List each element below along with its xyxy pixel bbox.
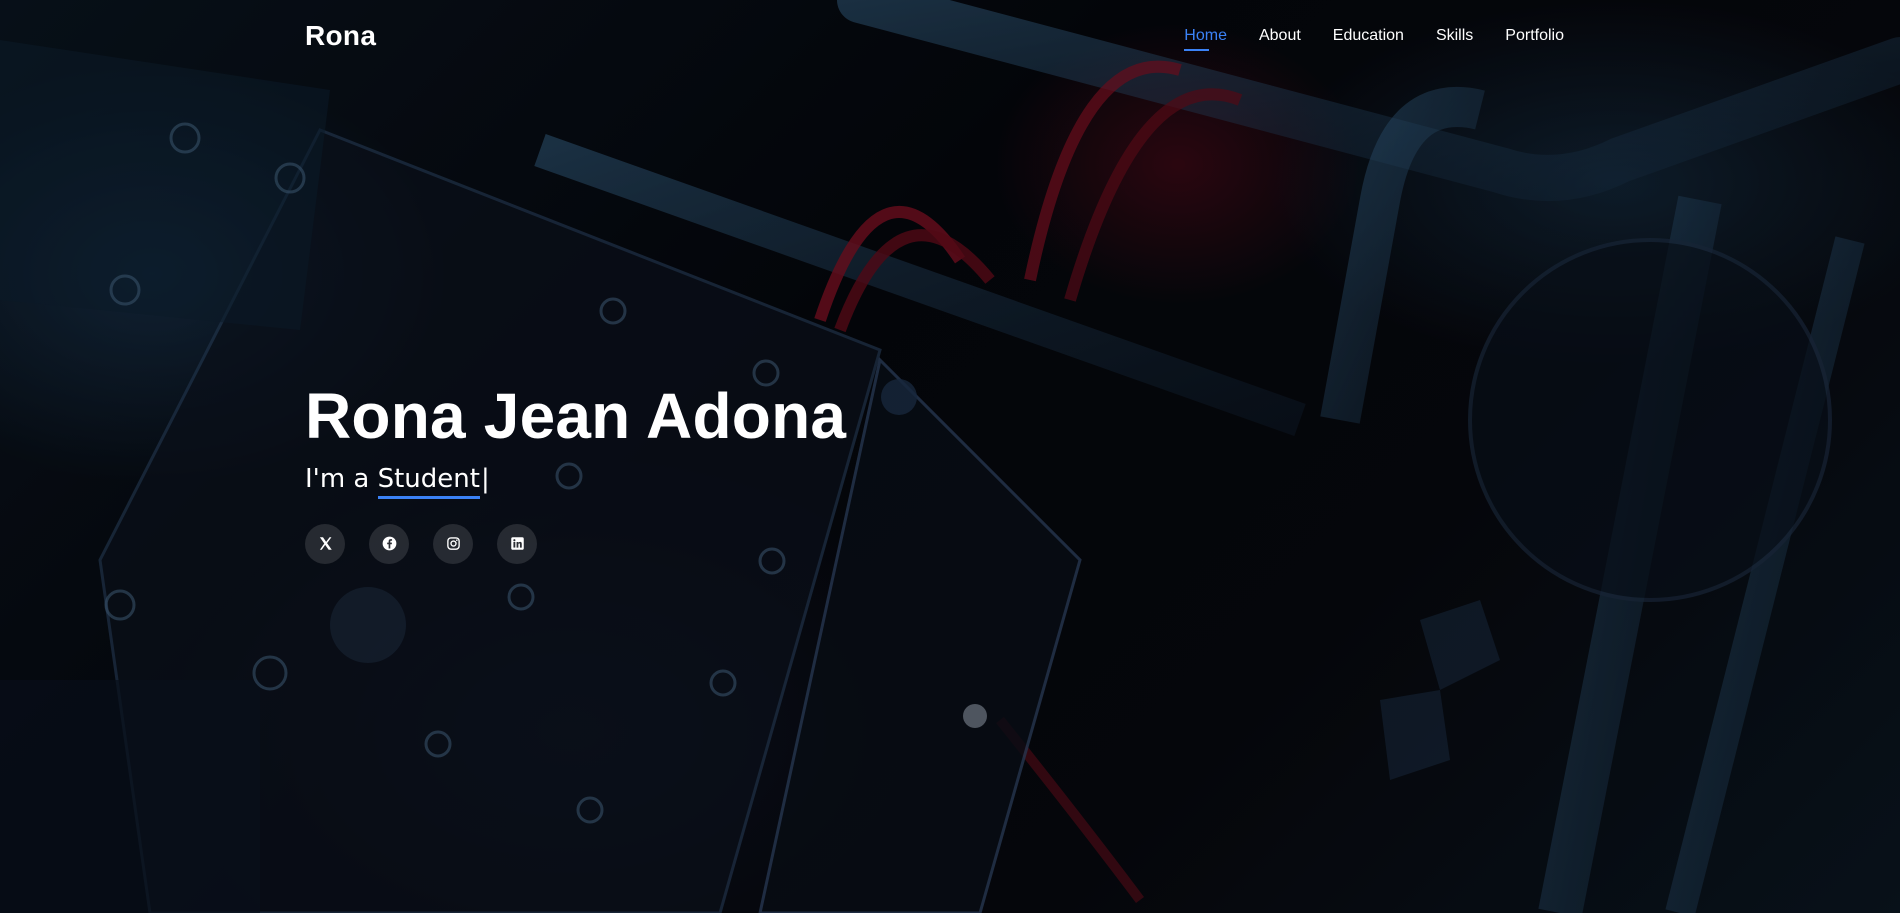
- dark-overlay: [0, 0, 1900, 913]
- social-links: [305, 523, 846, 564]
- tagline-prefix: I'm a: [305, 463, 378, 494]
- instagram-icon[interactable]: [433, 523, 473, 564]
- nav-education[interactable]: Education: [1333, 27, 1404, 51]
- facebook-icon[interactable]: [369, 523, 409, 564]
- nav-home[interactable]: Home: [1184, 27, 1227, 51]
- nav-about[interactable]: About: [1259, 27, 1301, 51]
- x-twitter-icon[interactable]: [305, 523, 345, 564]
- tagline-typed-text: Student: [377, 463, 480, 499]
- site-header: Rona Home About Education Skills Portfol…: [0, 0, 1900, 76]
- hero-name: Rona Jean Adona: [305, 380, 847, 452]
- nav-skills[interactable]: Skills: [1436, 27, 1473, 51]
- main-nav: Home About Education Skills Portfolio: [1184, 27, 1564, 51]
- hero-tagline: I'm a Student|: [305, 463, 846, 499]
- typing-cursor: |: [480, 463, 490, 494]
- linkedin-icon[interactable]: [497, 523, 537, 564]
- nav-portfolio[interactable]: Portfolio: [1505, 27, 1564, 51]
- site-logo[interactable]: Rona: [305, 20, 376, 52]
- hero-section: Rona Home About Education Skills Portfol…: [0, 0, 1900, 913]
- hero-content: Rona Jean Adona I'm a Student|: [305, 380, 846, 564]
